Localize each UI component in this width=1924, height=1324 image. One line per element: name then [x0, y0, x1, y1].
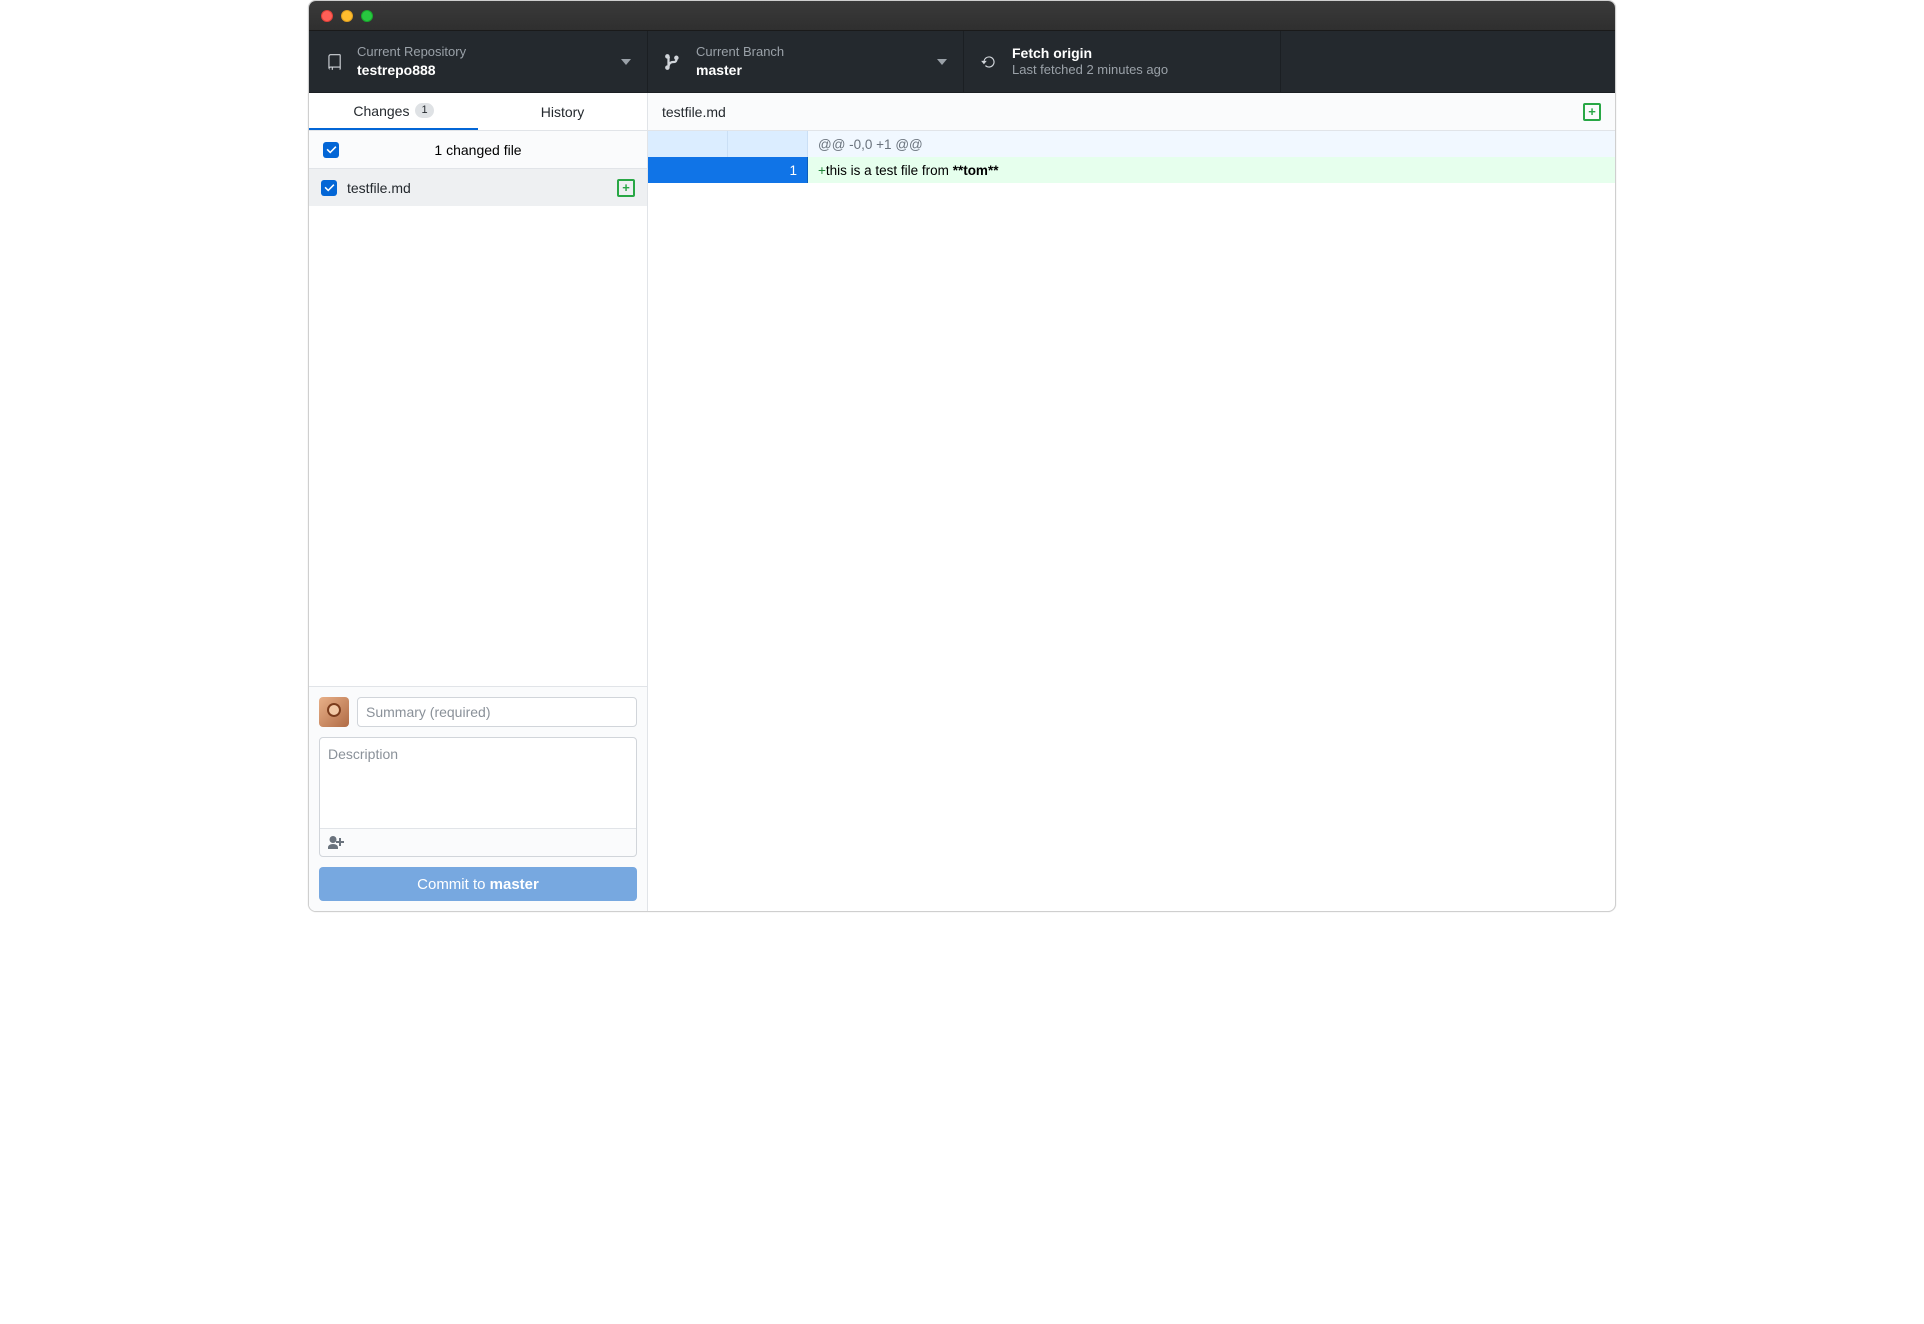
chevron-down-icon — [621, 59, 631, 65]
tab-changes-label: Changes — [353, 103, 409, 119]
check-icon — [324, 182, 335, 193]
tab-changes[interactable]: Changes 1 — [309, 93, 478, 130]
commit-description-box — [319, 737, 637, 857]
file-row[interactable]: testfile.md + — [309, 169, 647, 207]
repo-icon — [325, 53, 343, 71]
window-minimize-icon[interactable] — [341, 10, 353, 22]
current-branch-dropdown[interactable]: Current Branch master — [648, 31, 964, 92]
repo-label: Current Repository — [357, 44, 466, 60]
commit-button-prefix: Commit to — [417, 876, 490, 893]
branch-label: Current Branch — [696, 44, 784, 60]
tab-history-label: History — [541, 104, 585, 120]
commit-button-branch: master — [490, 876, 539, 893]
diff-file-name: testfile.md — [662, 104, 726, 120]
repo-name: testrepo888 — [357, 61, 466, 79]
changes-summary-row: 1 changed file — [309, 131, 647, 169]
diff-hunk-header: @@ -0,0 +1 @@ — [648, 131, 1615, 157]
branch-icon — [664, 53, 682, 71]
plus-marker: + — [818, 163, 826, 178]
sidebar-tabs: Changes 1 History — [309, 93, 647, 131]
window-titlebar[interactable] — [309, 1, 1615, 31]
commit-summary-input[interactable] — [357, 697, 637, 727]
commit-description-footer — [320, 828, 636, 856]
app-window: Current Repository testrepo888 Current B… — [308, 0, 1616, 912]
diff-line-added[interactable]: 1 +this is a test file from **tom** — [648, 157, 1615, 183]
commit-description-input[interactable] — [320, 738, 636, 828]
chevron-down-icon — [937, 59, 947, 65]
fetch-origin-button[interactable]: Fetch origin Last fetched 2 minutes ago — [964, 31, 1281, 92]
sync-icon — [980, 53, 998, 71]
commit-panel: Commit to master — [309, 686, 647, 911]
sidebar: Changes 1 History 1 changed file — [309, 93, 648, 911]
gutter-old — [648, 131, 728, 157]
diff-pane: testfile.md + @@ -0,0 +1 @@ 1 +this is a… — [648, 93, 1615, 911]
file-added-icon: + — [617, 179, 635, 197]
current-repository-dropdown[interactable]: Current Repository testrepo888 — [309, 31, 648, 92]
avatar — [319, 697, 349, 727]
commit-button[interactable]: Commit to master — [319, 867, 637, 901]
diff-file-added-icon: + — [1583, 103, 1601, 121]
file-name: testfile.md — [347, 180, 607, 196]
diff-line-code: +this is a test file from **tom** — [808, 157, 1615, 183]
changes-count-badge: 1 — [415, 103, 433, 118]
file-checkbox[interactable] — [321, 180, 337, 196]
changed-files-label: 1 changed file — [434, 142, 521, 158]
check-icon — [326, 144, 337, 155]
hunk-text: @@ -0,0 +1 @@ — [808, 131, 1615, 157]
select-all-checkbox[interactable] — [323, 142, 339, 158]
gutter-new: 1 — [728, 157, 808, 183]
toolbar: Current Repository testrepo888 Current B… — [309, 31, 1615, 93]
changed-files-list: testfile.md + — [309, 169, 647, 686]
main-body: Changes 1 History 1 changed file — [309, 93, 1615, 911]
window-maximize-icon[interactable] — [361, 10, 373, 22]
diff-text: this is a test file from — [826, 163, 953, 178]
window-close-icon[interactable] — [321, 10, 333, 22]
gutter-new — [728, 131, 808, 157]
fetch-sub: Last fetched 2 minutes ago — [1012, 62, 1168, 78]
branch-name: master — [696, 61, 784, 79]
diff-header: testfile.md + — [648, 93, 1615, 131]
gutter-old — [648, 157, 728, 183]
diff-bold: **tom** — [953, 163, 999, 178]
fetch-title: Fetch origin — [1012, 44, 1168, 62]
diff-body[interactable]: @@ -0,0 +1 @@ 1 +this is a test file fro… — [648, 131, 1615, 911]
tab-history[interactable]: History — [478, 93, 647, 130]
toolbar-spacer — [1281, 31, 1615, 92]
add-coauthor-icon[interactable] — [328, 836, 344, 850]
